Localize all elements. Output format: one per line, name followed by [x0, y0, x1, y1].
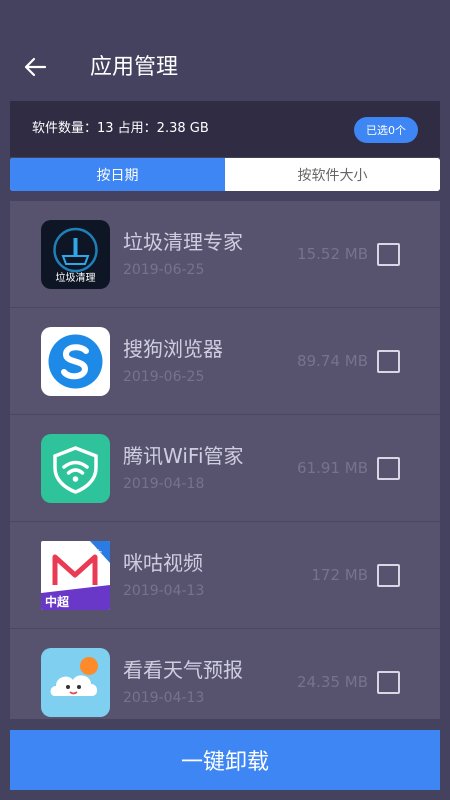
app-size: 24.35 MB [297, 673, 368, 691]
arrow-left-icon [24, 57, 47, 77]
app-checkbox[interactable] [377, 350, 400, 373]
app-name: 看看天气预报 [123, 658, 243, 682]
tab-sort-by-date[interactable]: 按日期 [10, 158, 225, 191]
list-item[interactable]: 垃圾清理 垃圾清理专家 2019-06-25 15.52 MB [10, 201, 440, 308]
app-size: 15.52 MB [297, 245, 368, 263]
app-name: 咪咕视频 [123, 551, 203, 575]
storage-summary: 软件数量：13 占用：2.38 GB 已选0个 [10, 101, 440, 157]
app-size: 172 MB [311, 566, 368, 584]
app-checkbox[interactable] [377, 457, 400, 480]
app-size: 61.91 MB [297, 459, 368, 477]
migu-video-icon: IPV6 中超 [41, 541, 110, 610]
app-name: 搜狗浏览器 [123, 337, 223, 361]
app-checkbox[interactable] [377, 564, 400, 587]
sort-tabs: 按日期 按软件大小 [10, 158, 440, 191]
app-date: 2019-04-13 [123, 583, 205, 599]
app-icon-label: 中超 [45, 595, 70, 609]
app-checkbox[interactable] [377, 243, 400, 266]
app-date: 2019-06-25 [123, 369, 205, 385]
app-name: 腾讯WiFi管家 [123, 444, 244, 468]
app-icon-label: 垃圾清理 [55, 273, 96, 284]
one-click-uninstall-button[interactable]: 一键卸载 [10, 730, 440, 790]
page-title: 应用管理 [90, 55, 179, 80]
tab-sort-by-size[interactable]: 按软件大小 [225, 158, 440, 191]
app-size: 89.74 MB [297, 352, 368, 370]
app-name: 垃圾清理专家 [123, 230, 243, 254]
weather-cloud-icon [41, 648, 110, 717]
storage-summary-text: 软件数量：13 占用：2.38 GB [32, 121, 209, 136]
selected-count-badge[interactable]: 已选0个 [354, 117, 418, 143]
app-date: 2019-04-13 [123, 690, 205, 706]
sogou-browser-icon [41, 327, 110, 396]
app-checkbox[interactable] [377, 671, 400, 694]
list-item[interactable]: 看看天气预报 2019-04-13 24.35 MB [10, 629, 440, 719]
broom-cleaner-icon: 垃圾清理 [41, 220, 110, 289]
app-list: 垃圾清理 垃圾清理专家 2019-06-25 15.52 MB 搜狗浏览器 20… [10, 201, 440, 719]
app-header: 应用管理 [0, 0, 450, 101]
wifi-shield-icon [41, 434, 110, 503]
list-item[interactable]: 搜狗浏览器 2019-06-25 89.74 MB [10, 308, 440, 415]
back-button[interactable] [18, 52, 52, 82]
app-date: 2019-04-18 [123, 476, 205, 492]
app-date: 2019-06-25 [123, 262, 205, 278]
list-item[interactable]: 腾讯WiFi管家 2019-04-18 61.91 MB [10, 415, 440, 522]
list-item[interactable]: IPV6 中超 咪咕视频 2019-04-13 172 MB [10, 522, 440, 629]
